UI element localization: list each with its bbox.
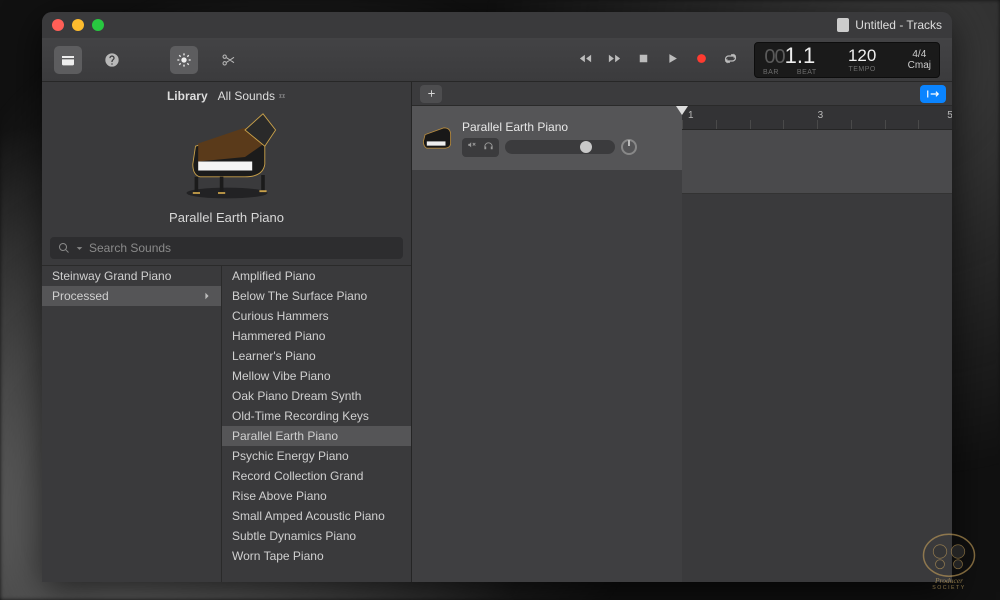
volume-slider[interactable] [505,140,615,154]
list-item[interactable]: Psychic Energy Piano [222,446,411,466]
headphones-button[interactable] [483,140,494,155]
list-item[interactable]: Rise Above Piano [222,486,411,506]
list-item[interactable]: Small Amped Acoustic Piano [222,506,411,526]
ruler-tick: 3 [818,110,824,121]
search-field[interactable] [50,237,403,259]
list-item[interactable]: Curious Hammers [222,306,411,326]
titlebar: Untitled - Tracks [42,12,952,38]
library-scope-dropdown[interactable]: All Sounds [218,89,286,103]
watermark-logo: Producer SOCIETY [904,529,994,594]
preview-patch-name: Parallel Earth Piano [169,210,284,225]
list-item[interactable]: Oak Piano Dream Synth [222,386,411,406]
lcd-tempo: 120 [848,46,876,66]
app-window: Untitled - Tracks 00 [42,12,952,582]
library-column-2[interactable]: Amplified PianoBelow The Surface PianoCu… [222,266,411,582]
tracks-header-bar [412,82,952,106]
search-input[interactable] [89,241,395,255]
lcd-display[interactable]: 00 1 . 1 BAR BEAT 120 TEMPO 4/4 Cmaj [754,42,940,78]
list-item[interactable]: Old-Time Recording Keys [222,406,411,426]
pan-knob[interactable] [621,139,637,155]
lcd-beat-label: BEAT [797,69,817,76]
list-item[interactable]: Parallel Earth Piano [222,426,411,446]
window-controls [52,19,104,31]
add-track-button[interactable] [420,85,442,103]
ruler-tick: 1 [688,110,694,121]
track-instrument-icon [420,121,454,155]
mute-solo-group [462,138,499,157]
list-item[interactable]: Amplified Piano [222,266,411,286]
chevron-right-icon [203,289,211,303]
close-button[interactable] [52,19,64,31]
svg-text:Producer: Producer [934,576,963,585]
toolbar: 00 1 . 1 BAR BEAT 120 TEMPO 4/4 Cmaj [42,38,952,82]
record-button[interactable] [694,51,709,69]
list-item[interactable]: Mellow Vibe Piano [222,366,411,386]
piano-icon [172,112,282,202]
library-label: Library [167,89,208,103]
track-header-list: Parallel Earth Piano [412,106,682,582]
lcd-key: Cmaj [908,60,931,71]
library-panel: Library All Sounds [42,82,412,582]
list-item[interactable]: Record Collection Grand [222,466,411,486]
list-item[interactable]: Subtle Dynamics Piano [222,526,411,546]
list-item[interactable]: Learner's Piano [222,346,411,366]
document-icon [837,18,849,32]
list-item[interactable]: Steinway Grand Piano [42,266,221,286]
list-item[interactable]: Worn Tape Piano [222,546,411,566]
svg-text:SOCIETY: SOCIETY [932,585,966,589]
rewind-button[interactable] [578,51,593,69]
search-icon [58,242,70,254]
zoom-button[interactable] [92,19,104,31]
lcd-bar-label: BAR [763,69,779,76]
track-name: Parallel Earth Piano [462,120,674,134]
library-header: Library All Sounds [42,82,411,106]
track-header[interactable]: Parallel Earth Piano [412,106,682,170]
content-area: Library All Sounds [42,82,952,582]
editors-button[interactable] [170,46,198,74]
lcd-beat: 1 [803,43,815,69]
list-item[interactable]: Below The Surface Piano [222,286,411,306]
arrange-area[interactable]: 135 [682,106,952,582]
track-lane[interactable] [682,130,952,194]
catch-playhead-button[interactable] [920,85,946,103]
forward-button[interactable] [607,51,622,69]
library-column-1[interactable]: Steinway Grand PianoProcessed [42,266,222,582]
mute-button[interactable] [467,140,478,155]
lcd-timesig: 4/4 [912,49,926,60]
scissors-tool-button[interactable] [214,46,242,74]
library-toggle-button[interactable] [54,46,82,74]
window-title-text: Untitled - Tracks [855,18,942,32]
cycle-button[interactable] [723,51,738,69]
tracks-area: Parallel Earth Piano [412,82,952,582]
list-item[interactable]: Processed [42,286,221,306]
lcd-bar-prefix: 00 [764,46,784,69]
quick-help-button[interactable] [98,46,126,74]
play-button[interactable] [665,51,680,69]
list-item[interactable]: Hammered Piano [222,326,411,346]
transport-controls [578,51,738,69]
library-preview: Parallel Earth Piano [42,106,411,237]
library-browser: Steinway Grand PianoProcessed Amplified … [42,265,411,582]
window-title: Untitled - Tracks [837,18,942,32]
timeline-ruler[interactable]: 135 [682,106,952,130]
lcd-tempo-label: TEMPO [848,66,875,73]
playhead-icon[interactable] [676,106,688,115]
lcd-bar: 1 [785,43,797,69]
stop-button[interactable] [636,51,651,69]
minimize-button[interactable] [72,19,84,31]
chevron-down-icon [76,245,83,252]
